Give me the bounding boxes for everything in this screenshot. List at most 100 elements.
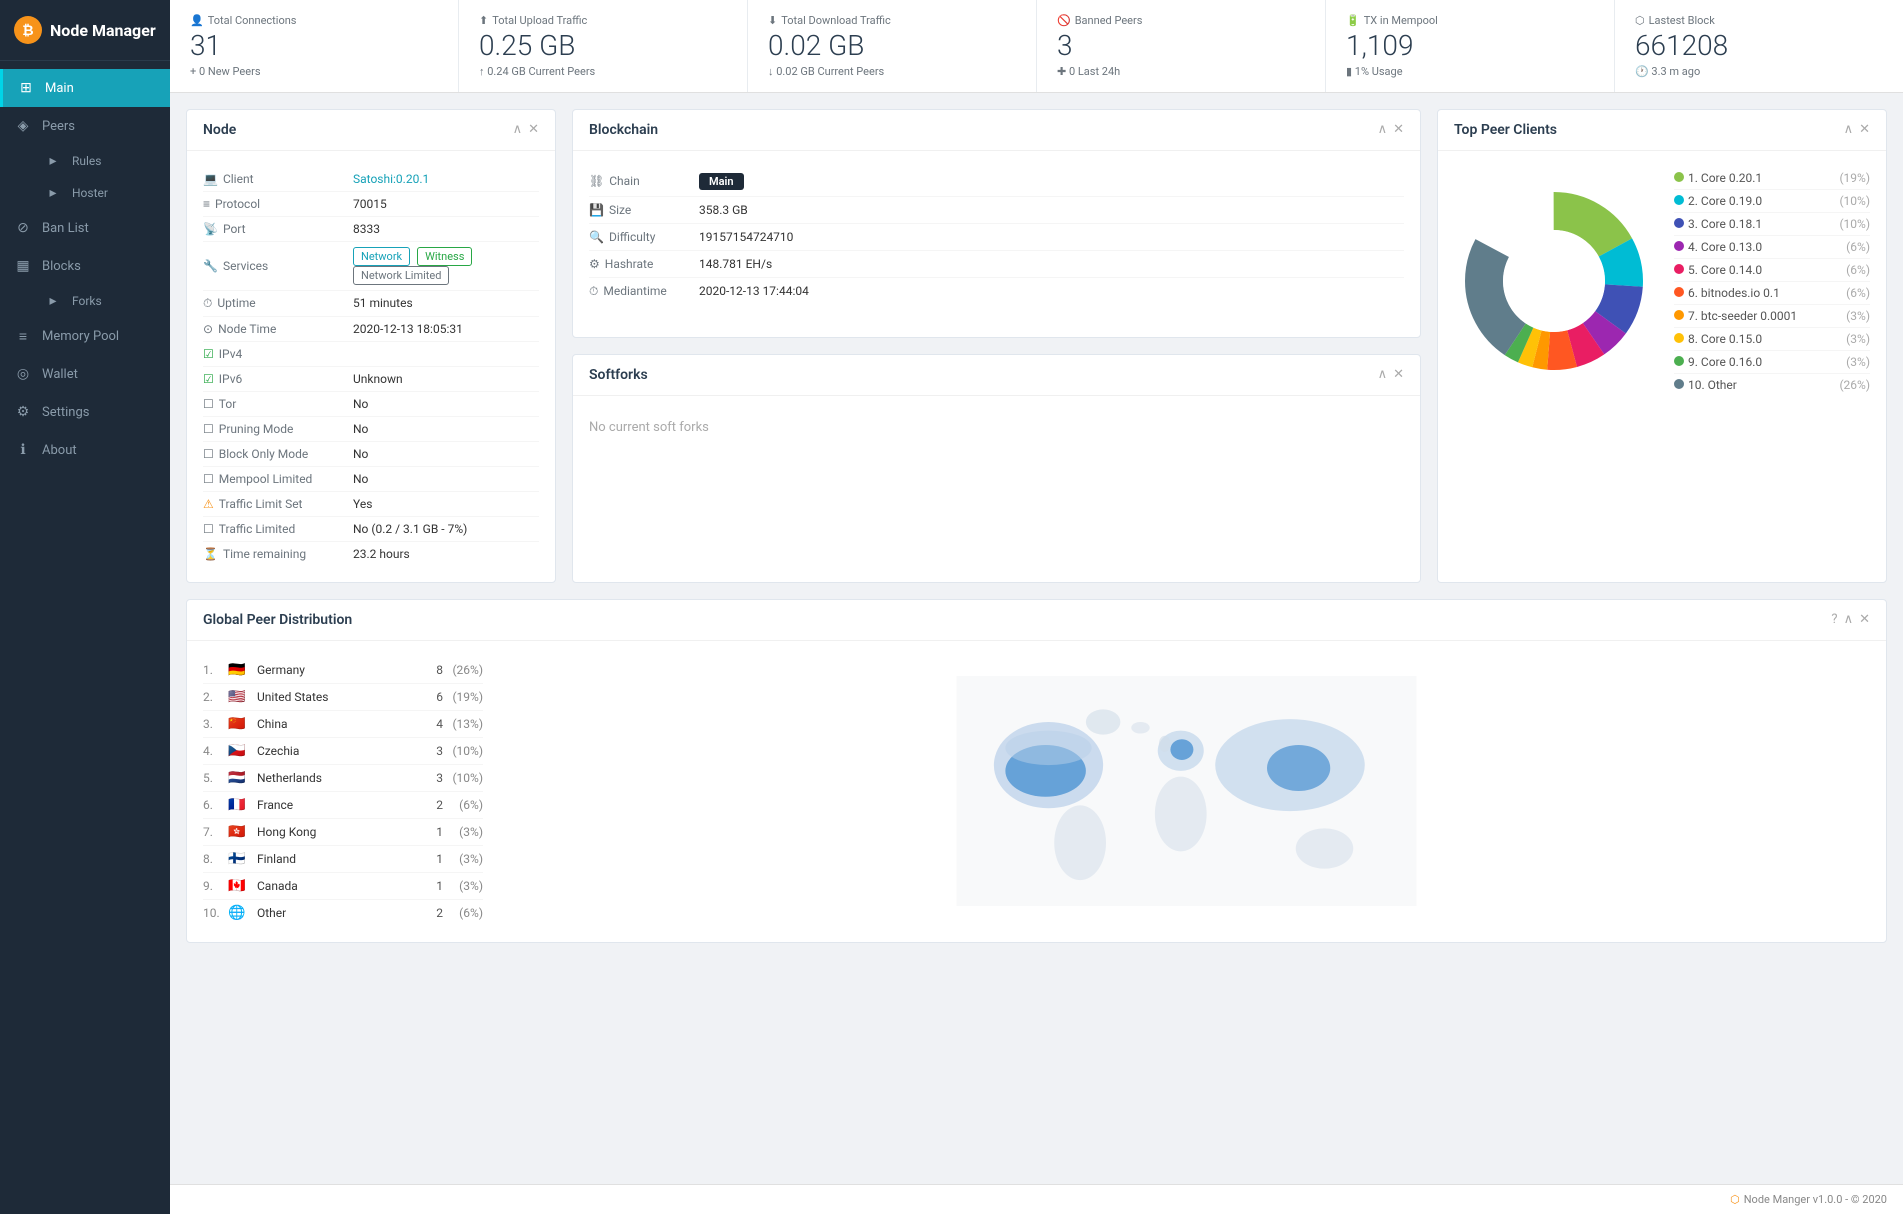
global-peer-help-icon[interactable]: ?: [1831, 612, 1837, 627]
trafficlimitset-icon: ⚠: [203, 497, 214, 511]
sidebar-item-rules[interactable]: ▸ Rules: [30, 145, 170, 177]
stat-download-value: 0.02 GB: [768, 31, 1016, 62]
blockchain-card-body: ⛓ Chain Main 💾 Size 358.3 GB 🔍 Difficult…: [573, 151, 1420, 321]
bc-mediantime-value: 2020-12-13 17:44:04: [699, 284, 809, 298]
node-field-tor: ☐ Tor No: [203, 392, 539, 417]
peer-client-list: 1. Core 0.20.1 (19%) 2. Core 0.19.0 (10%…: [1674, 167, 1870, 396]
node-close-icon[interactable]: ✕: [528, 122, 539, 137]
node-field-ipv6: ☑ IPv6 Unknown: [203, 367, 539, 392]
softforks-close-icon[interactable]: ✕: [1393, 367, 1404, 382]
service-badge-network: Network: [353, 247, 410, 266]
peer-item: 6. bitnodes.io 0.1 (6%): [1674, 282, 1870, 305]
stat-lastblock-label: ⬡ Lastest Block: [1635, 14, 1883, 27]
global-peer-close-icon[interactable]: ✕: [1859, 612, 1870, 627]
blockchain-close-icon[interactable]: ✕: [1393, 122, 1404, 137]
pruning-value: No: [353, 422, 368, 436]
stat-connections: 👤 Total Connections 31 + 0 New Peers: [170, 0, 459, 92]
stat-banned-sub: ✚ 0 Last 24h: [1057, 65, 1305, 78]
bc-field-size: 💾 Size 358.3 GB: [589, 197, 1404, 224]
sidebar-label-mempool: Memory Pool: [42, 329, 119, 344]
node-card: Node ∧ ✕ 💻 Client Satoshi:0.20.1 ≡ Proto…: [186, 109, 556, 583]
stat-banned: 🚫 Banned Peers 3 ✚ 0 Last 24h: [1037, 0, 1326, 92]
softforks-title: Softforks: [589, 367, 648, 383]
footer-btc-icon: ⬡: [1730, 1193, 1740, 1206]
peers-icon: ◈: [14, 117, 32, 135]
flag-cz: 🇨🇿: [225, 743, 249, 759]
peer-clients-collapse-icon[interactable]: ∧: [1844, 122, 1854, 137]
top-peer-clients-card: Top Peer Clients ∧ ✕: [1437, 109, 1887, 583]
sidebar-item-main[interactable]: ⊞ Main: [0, 69, 170, 107]
bc-difficulty-value: 19157154724710: [699, 230, 793, 244]
flag-cn: 🇨🇳: [225, 716, 249, 732]
sidebar-item-blocks[interactable]: ▦ Blocks: [0, 247, 170, 285]
global-peer-collapse-icon[interactable]: ∧: [1844, 612, 1854, 627]
chain-icon: ⛓: [589, 174, 604, 188]
peer-item: 2. Core 0.19.0 (10%): [1674, 190, 1870, 213]
sidebar-item-settings[interactable]: ⚙ Settings: [0, 393, 170, 431]
node-card-controls: ∧ ✕: [513, 122, 539, 137]
softforks-body: No current soft forks: [573, 396, 1420, 459]
services-icon: 🔧: [203, 259, 218, 273]
peer-item: 10. Other (26%): [1674, 374, 1870, 396]
row-1: Node ∧ ✕ 💻 Client Satoshi:0.20.1 ≡ Proto…: [186, 109, 1887, 583]
port-value: 8333: [353, 222, 380, 236]
node-card-body: 💻 Client Satoshi:0.20.1 ≡ Protocol 70015…: [187, 151, 555, 582]
sidebar-item-peers[interactable]: ◈ Peers: [0, 107, 170, 145]
peer-clients-body: 1. Core 0.20.1 (19%) 2. Core 0.19.0 (10%…: [1438, 151, 1886, 412]
difficulty-icon: 🔍: [589, 230, 604, 244]
node-field-protocol: ≡ Protocol 70015: [203, 192, 539, 217]
rules-icon: ▸: [44, 152, 62, 170]
ipv6-value: Unknown: [353, 372, 403, 386]
global-peer-header: Global Peer Distribution ? ∧ ✕: [187, 600, 1886, 641]
download-icon: ⬇: [768, 14, 777, 27]
sidebar-item-forks[interactable]: ▸ Forks: [30, 285, 170, 317]
uptime-value: 51 minutes: [353, 296, 413, 310]
peer-clients-controls: ∧ ✕: [1844, 122, 1870, 137]
upload-icon: ⬆: [479, 14, 488, 27]
chart-container: 1. Core 0.20.1 (19%) 2. Core 0.19.0 (10%…: [1454, 167, 1870, 396]
protocol-icon: ≡: [203, 197, 210, 211]
service-badge-witness: Witness: [417, 247, 472, 266]
peer-clients-close-icon[interactable]: ✕: [1859, 122, 1870, 137]
sidebar-label-blocks: Blocks: [42, 259, 81, 274]
blockonly-icon: ☐: [203, 447, 214, 461]
services-badges: Network Witness Network Limited: [353, 247, 539, 285]
right-column: Blockchain ∧ ✕ ⛓ Chain Main 💾 Size: [572, 109, 1421, 583]
blockchain-collapse-icon[interactable]: ∧: [1378, 122, 1388, 137]
softforks-collapse-icon[interactable]: ∧: [1378, 367, 1388, 382]
bc-field-difficulty: 🔍 Difficulty 19157154724710: [589, 224, 1404, 251]
list-item: 10. 🌐 Other 2 (6%): [203, 900, 483, 926]
list-item: 3. 🇨🇳 China 4 (13%): [203, 711, 483, 738]
chain-badge: Main: [699, 173, 744, 190]
uptime-icon: ⏱: [203, 296, 212, 311]
sidebar-item-banlist[interactable]: ⊘ Ban List: [0, 209, 170, 247]
bc-field-chain: ⛓ Chain Main: [589, 167, 1404, 197]
peer-clients-title: Top Peer Clients: [1454, 122, 1557, 138]
stat-download-label: ⬇ Total Download Traffic: [768, 14, 1016, 27]
node-field-client: 💻 Client Satoshi:0.20.1: [203, 167, 539, 192]
softforks-empty: No current soft forks: [589, 412, 1404, 443]
node-field-ipv4: ☑ IPv4: [203, 342, 539, 367]
node-field-pruning: ☐ Pruning Mode No: [203, 417, 539, 442]
softforks-controls: ∧ ✕: [1378, 367, 1404, 382]
node-field-blockonly: ☐ Block Only Mode No: [203, 442, 539, 467]
bitcoin-icon: ₿: [14, 16, 42, 44]
sidebar-item-hoster[interactable]: ▸ Hoster: [30, 177, 170, 209]
bc-field-mediantime: ⏱ Mediantime 2020-12-13 17:44:04: [589, 278, 1404, 305]
node-card-header: Node ∧ ✕: [187, 110, 555, 151]
sidebar-item-about[interactable]: ℹ About: [0, 431, 170, 469]
row-2: Global Peer Distribution ? ∧ ✕ 1. 🇩🇪: [186, 599, 1887, 943]
sidebar-label-about: About: [42, 443, 77, 458]
sidebar-item-mempool[interactable]: ≡ Memory Pool: [0, 317, 170, 355]
blockchain-controls: ∧ ✕: [1378, 122, 1404, 137]
trafficlimited-value: No (0.2 / 3.1 GB - 7%): [353, 522, 467, 536]
flag-fi: 🇫🇮: [225, 851, 249, 867]
blockchain-title: Blockchain: [589, 122, 658, 138]
global-peer-card: Global Peer Distribution ? ∧ ✕ 1. 🇩🇪: [186, 599, 1887, 943]
wallet-icon: ◎: [14, 365, 32, 383]
node-collapse-icon[interactable]: ∧: [513, 122, 523, 137]
connections-icon: 👤: [190, 14, 204, 27]
stat-upload: ⬆ Total Upload Traffic 0.25 GB ↑ 0.24 GB…: [459, 0, 748, 92]
sidebar-item-wallet[interactable]: ◎ Wallet: [0, 355, 170, 393]
peer-dist-content: 1. 🇩🇪 Germany 8 (26%) 2. 🇺🇸 United State…: [203, 657, 1870, 926]
